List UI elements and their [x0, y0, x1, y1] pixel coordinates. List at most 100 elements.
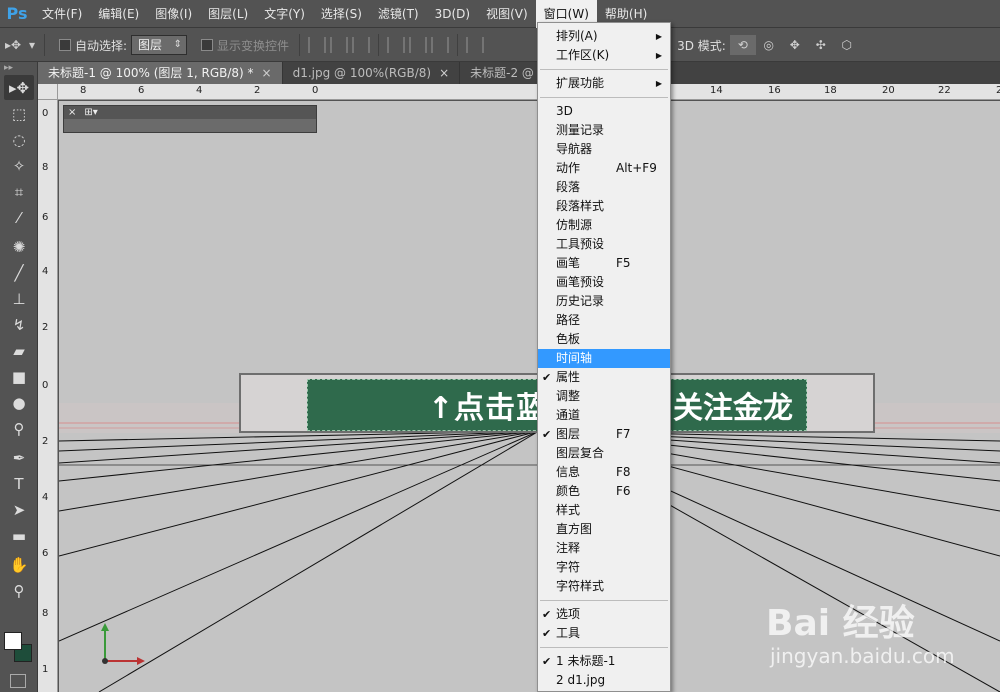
- show-transform-checkbox[interactable]: [201, 39, 214, 51]
- 3d-roll-icon[interactable]: ◎: [756, 35, 782, 55]
- align-top-icon[interactable]: [308, 37, 327, 53]
- window-menu-item[interactable]: 信息 F8: [538, 463, 670, 482]
- 3d-pan-icon[interactable]: ✥: [782, 35, 808, 55]
- menu-2[interactable]: 图像(I): [147, 0, 200, 28]
- window-menu-item[interactable]: 色板: [538, 330, 670, 349]
- magic-wand-tool-icon[interactable]: ✧: [4, 153, 34, 178]
- 3d-axis-widget[interactable]: [99, 621, 159, 681]
- window-menu-item[interactable]: ✔ 图层 F7: [538, 425, 670, 444]
- window-menu-item[interactable]: 画笔预设: [538, 273, 670, 292]
- window-menu-item[interactable]: 动作 Alt+F9: [538, 159, 670, 178]
- align-hcenter-icon[interactable]: [409, 37, 428, 53]
- menu-item-label: 色板: [556, 332, 581, 346]
- quick-mask-icon[interactable]: [10, 674, 26, 688]
- marquee-tool-icon[interactable]: ⬚: [4, 101, 34, 126]
- menu-3[interactable]: 图层(L): [200, 0, 256, 28]
- align-right-icon[interactable]: [431, 37, 450, 53]
- zoom-tool-icon[interactable]: ⚲: [4, 578, 34, 603]
- pen-tool-icon[interactable]: ✒: [4, 445, 34, 470]
- document-tab-1[interactable]: d1.jpg @ 100%(RGB/8) ×: [282, 62, 461, 84]
- window-menu-item[interactable]: ✔ 1 未标题-1: [538, 652, 670, 671]
- window-menu-item[interactable]: 仿制源: [538, 216, 670, 235]
- move-tool-icon[interactable]: ▸✥: [4, 75, 34, 100]
- eraser-tool-icon[interactable]: ▰: [4, 338, 34, 363]
- menu-6[interactable]: 滤镜(T): [370, 0, 427, 28]
- document-tab-0[interactable]: 未标题-1 @ 100% (图层 1, RGB/8) * ×: [38, 62, 283, 84]
- foreground-color-swatch[interactable]: [4, 632, 22, 650]
- auto-select-dropdown[interactable]: 图层: [131, 35, 188, 55]
- 3d-rotate-icon[interactable]: ⟲: [729, 35, 756, 55]
- floating-panel[interactable]: × ⊞▾: [63, 105, 317, 133]
- ruler-vertical[interactable]: 0 8 6 4 2 0 2 4 6 8 1: [38, 100, 58, 692]
- distribute-icon[interactable]: [466, 37, 485, 53]
- floating-panel-header[interactable]: × ⊞▾: [64, 106, 316, 119]
- window-menu-item[interactable]: 路径: [538, 311, 670, 330]
- window-menu-item[interactable]: 3D: [538, 102, 670, 121]
- window-menu-item[interactable]: 图层复合: [538, 444, 670, 463]
- clone-stamp-tool-icon[interactable]: ⊥: [4, 286, 34, 311]
- window-menu-item[interactable]: 导航器: [538, 140, 670, 159]
- align-vcenter-icon[interactable]: [330, 37, 349, 53]
- window-menu-item[interactable]: ✔ 工具: [538, 624, 670, 643]
- close-icon[interactable]: ×: [262, 66, 272, 80]
- window-menu-item[interactable]: 注释: [538, 539, 670, 558]
- gradient-tool-icon[interactable]: ■: [4, 364, 34, 389]
- window-menu-item[interactable]: 排列(A) ▶: [538, 27, 670, 46]
- window-menu-item[interactable]: 字符样式: [538, 577, 670, 596]
- eyedropper-tool-icon[interactable]: ⁄: [4, 205, 34, 230]
- rectangle-tool-icon[interactable]: ▬: [4, 523, 34, 548]
- window-menu-item[interactable]: 工具预设: [538, 235, 670, 254]
- window-menu-item[interactable]: 时间轴: [538, 349, 670, 368]
- window-menu-item[interactable]: 直方图: [538, 520, 670, 539]
- align-left-icon[interactable]: [387, 37, 406, 53]
- blur-tool-icon[interactable]: ●: [4, 390, 34, 415]
- panel-grip-icon[interactable]: ▸▸: [0, 62, 37, 74]
- window-menu-item[interactable]: 字符: [538, 558, 670, 577]
- path-selection-tool-icon[interactable]: ➤: [4, 497, 34, 522]
- window-menu-item[interactable]: 段落: [538, 178, 670, 197]
- history-brush-tool-icon[interactable]: ↯: [4, 312, 34, 337]
- menu-4[interactable]: 文字(Y): [256, 0, 313, 28]
- window-menu-item[interactable]: 历史记录: [538, 292, 670, 311]
- auto-select-checkbox[interactable]: [59, 39, 71, 51]
- ruler-corner[interactable]: [38, 84, 58, 100]
- window-menu-item[interactable]: 调整: [538, 387, 670, 406]
- window-menu-item[interactable]: 画笔 F5: [538, 254, 670, 273]
- menu-7[interactable]: 3D(D): [427, 0, 478, 28]
- ruler-tick-label: 14: [710, 85, 723, 96]
- close-icon[interactable]: ×: [68, 107, 76, 118]
- menu-1[interactable]: 编辑(E): [90, 0, 147, 28]
- window-menu-dropdown: 排列(A) ▶ 工作区(K) ▶ 扩展功能 ▶ 3D 测量记录 导航器 动作 Alt+F9 段落 段落样…: [537, 22, 671, 692]
- window-menu-item[interactable]: 测量记录: [538, 121, 670, 140]
- color-swatches[interactable]: [4, 632, 34, 662]
- menu-item-shortcut: Alt+F9: [616, 161, 657, 175]
- 3d-scale-icon[interactable]: ⬡: [834, 35, 860, 55]
- dodge-tool-icon[interactable]: ⚲: [4, 416, 34, 441]
- align-bottom-icon[interactable]: [352, 37, 371, 53]
- window-menu-item[interactable]: 样式: [538, 501, 670, 520]
- window-menu-item[interactable]: 2 d1.jpg: [538, 671, 670, 690]
- ruler-tick-label: 4: [196, 85, 203, 96]
- 3d-slide-icon[interactable]: ✣: [808, 35, 834, 55]
- window-menu-item[interactable]: 工作区(K) ▶: [538, 46, 670, 65]
- window-menu-item[interactable]: ✔ 属性: [538, 368, 670, 387]
- window-menu-item[interactable]: ✔ 选项: [538, 605, 670, 624]
- hand-tool-icon[interactable]: ✋: [4, 552, 34, 577]
- window-menu-item[interactable]: 扩展功能 ▶: [538, 74, 670, 93]
- move-tool-icon[interactable]: ▸✥: [0, 35, 26, 55]
- window-menu-item[interactable]: 段落样式: [538, 197, 670, 216]
- window-menu-item[interactable]: 通道: [538, 406, 670, 425]
- healing-brush-tool-icon[interactable]: ✺: [4, 234, 34, 259]
- brush-tool-icon[interactable]: ╱: [4, 260, 34, 285]
- menu-5[interactable]: 选择(S): [313, 0, 370, 28]
- menu-0[interactable]: 文件(F): [34, 0, 90, 28]
- chevron-down-icon[interactable]: ▾: [26, 35, 38, 55]
- ruler-horizontal[interactable]: 86420141618202224: [58, 84, 1000, 100]
- window-menu-item[interactable]: 颜色 F6: [538, 482, 670, 501]
- panel-menu-icon[interactable]: ⊞▾: [84, 107, 97, 118]
- crop-tool-icon[interactable]: ⌗: [4, 179, 34, 204]
- type-tool-icon[interactable]: T: [4, 471, 34, 496]
- menu-8[interactable]: 视图(V): [478, 0, 536, 28]
- close-icon[interactable]: ×: [439, 66, 449, 80]
- lasso-tool-icon[interactable]: ◌: [4, 127, 34, 152]
